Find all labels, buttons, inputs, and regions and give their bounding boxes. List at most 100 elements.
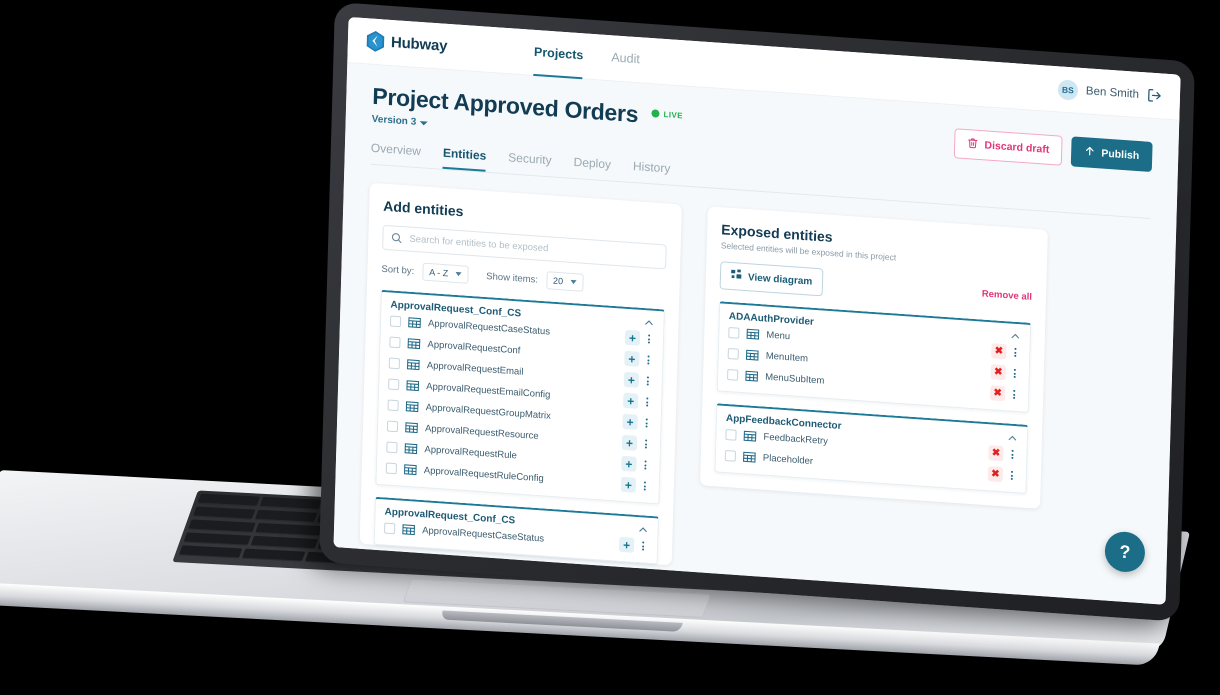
- entity-checkbox[interactable]: [389, 336, 401, 349]
- exposed-entities-group-list: ADAAuthProvider Menu ✖ MenuItem ✖ MenuSubItem…: [714, 301, 1032, 494]
- publish-label: Publish: [1101, 147, 1140, 163]
- tab-entities[interactable]: Entities: [442, 145, 487, 172]
- entity-checkbox[interactable]: [386, 441, 398, 454]
- topnav-item-audit[interactable]: Audit: [611, 35, 641, 83]
- entity-name: FeedbackRetry: [763, 431, 829, 448]
- row-menu-button[interactable]: [643, 373, 653, 389]
- remove-all-link[interactable]: Remove all: [982, 288, 1032, 302]
- user-name: Ben Smith: [1085, 84, 1140, 101]
- row-menu-button[interactable]: [640, 478, 650, 494]
- row-menu-button[interactable]: [1007, 468, 1017, 484]
- publish-button[interactable]: Publish: [1070, 136, 1153, 172]
- table-icon: [743, 450, 756, 464]
- tab-security[interactable]: Security: [508, 150, 552, 176]
- entity-name: ApprovalRequestRuleConfig: [423, 465, 544, 485]
- row-menu-button[interactable]: [641, 415, 651, 431]
- entity-group: ApprovalRequest_Conf_CS ApprovalRequestCa…: [373, 496, 660, 565]
- chevron-down-icon: [569, 279, 577, 285]
- chevron-up-icon[interactable]: [643, 317, 654, 329]
- chevron-up-icon[interactable]: [1010, 330, 1021, 342]
- laptop-screen: Hubway Projects Audit BS Ben Smith Proje…: [333, 16, 1181, 605]
- entity-name: MenuItem: [765, 350, 809, 365]
- discard-draft-label: Discard draft: [984, 139, 1050, 156]
- entity-row-actions: +: [621, 434, 651, 452]
- chevron-down-icon: [455, 271, 462, 277]
- add-entity-button[interactable]: +: [624, 329, 641, 346]
- show-items-value: 20: [552, 275, 564, 287]
- remove-entity-button[interactable]: ✖: [987, 466, 1004, 483]
- row-menu-button[interactable]: [638, 538, 648, 554]
- entity-checkbox[interactable]: [727, 368, 739, 381]
- row-menu-button[interactable]: [1009, 387, 1019, 403]
- table-icon: [745, 369, 759, 383]
- entity-checkbox[interactable]: [383, 522, 396, 535]
- add-entity-button[interactable]: +: [620, 476, 637, 493]
- add-entity-button[interactable]: +: [618, 536, 635, 553]
- entity-checkbox[interactable]: [727, 347, 739, 360]
- add-entity-button[interactable]: +: [621, 455, 637, 472]
- entity-name: ApprovalRequestRule: [424, 444, 518, 462]
- entity-row-actions: ✖: [989, 385, 1019, 403]
- tab-deploy[interactable]: Deploy: [573, 155, 611, 181]
- view-diagram-button[interactable]: View diagram: [719, 261, 824, 297]
- laptop-mockup-scene: Hubway Projects Audit BS Ben Smith Proje…: [0, 0, 1220, 695]
- row-menu-button[interactable]: [1010, 345, 1020, 361]
- add-entity-button[interactable]: +: [623, 392, 639, 409]
- entity-checkbox[interactable]: [388, 378, 400, 391]
- entity-group: AppFeedbackConnector FeedbackRetry ✖ Placeh…: [714, 403, 1029, 494]
- row-menu-button[interactable]: [642, 394, 652, 410]
- topnav-item-projects[interactable]: Projects: [533, 29, 584, 79]
- entity-row-actions: +: [623, 392, 652, 410]
- remove-entity-button[interactable]: ✖: [991, 343, 1007, 360]
- remove-entity-button[interactable]: ✖: [990, 364, 1006, 381]
- remove-entity-button[interactable]: ✖: [989, 385, 1006, 402]
- chevron-up-icon[interactable]: [637, 524, 648, 536]
- add-entity-button[interactable]: +: [623, 371, 640, 388]
- table-icon: [402, 523, 415, 537]
- add-entity-button[interactable]: +: [624, 350, 640, 367]
- entity-checkbox[interactable]: [388, 357, 400, 370]
- status-dot-icon: [651, 109, 660, 118]
- entity-row-actions: ✖: [991, 343, 1020, 360]
- entity-checkbox[interactable]: [389, 315, 402, 328]
- table-icon: [404, 442, 418, 456]
- entity-row-actions: +: [624, 329, 654, 347]
- entity-checkbox[interactable]: [724, 449, 737, 462]
- tab-history[interactable]: History: [633, 159, 671, 185]
- row-menu-button[interactable]: [641, 436, 651, 452]
- status-badge: LIVE: [651, 109, 683, 120]
- row-menu-button[interactable]: [643, 352, 653, 368]
- table-icon: [407, 337, 421, 351]
- app-content: Project Approved Orders LIVE Version 3 D…: [334, 63, 1180, 600]
- entity-row-actions: +: [624, 350, 653, 368]
- logout-icon[interactable]: [1147, 88, 1162, 104]
- entity-name: Placeholder: [762, 452, 814, 468]
- entity-checkbox[interactable]: [387, 399, 399, 412]
- table-icon: [405, 400, 419, 414]
- row-menu-button[interactable]: [1007, 447, 1017, 463]
- chevron-down-icon: [420, 120, 429, 126]
- row-menu-button[interactable]: [1010, 366, 1020, 382]
- tab-overview[interactable]: Overview: [370, 141, 421, 167]
- remove-entity-button[interactable]: ✖: [988, 445, 1004, 462]
- entity-checkbox[interactable]: [728, 326, 740, 339]
- discard-draft-button[interactable]: Discard draft: [954, 128, 1063, 166]
- entity-checkbox[interactable]: [386, 420, 399, 433]
- brand-logo[interactable]: Hubway: [366, 30, 517, 61]
- table-icon: [405, 421, 418, 435]
- add-entity-button[interactable]: +: [621, 434, 638, 451]
- show-items-label: Show items:: [486, 270, 539, 286]
- status-badge-label: LIVE: [663, 109, 684, 120]
- entity-name: MenuSubItem: [765, 371, 825, 387]
- topbar-user-area: BS Ben Smith: [1057, 78, 1163, 106]
- show-items-select[interactable]: 20: [545, 271, 584, 292]
- trash-icon: [967, 137, 978, 152]
- entity-checkbox[interactable]: [385, 462, 398, 475]
- row-menu-button[interactable]: [640, 457, 650, 473]
- entity-checkbox[interactable]: [725, 428, 737, 441]
- avatar[interactable]: BS: [1057, 78, 1079, 101]
- chevron-up-icon[interactable]: [1007, 432, 1018, 444]
- sort-by-select[interactable]: A - Z: [421, 262, 469, 284]
- row-menu-button[interactable]: [644, 331, 654, 347]
- add-entity-button[interactable]: +: [622, 413, 638, 430]
